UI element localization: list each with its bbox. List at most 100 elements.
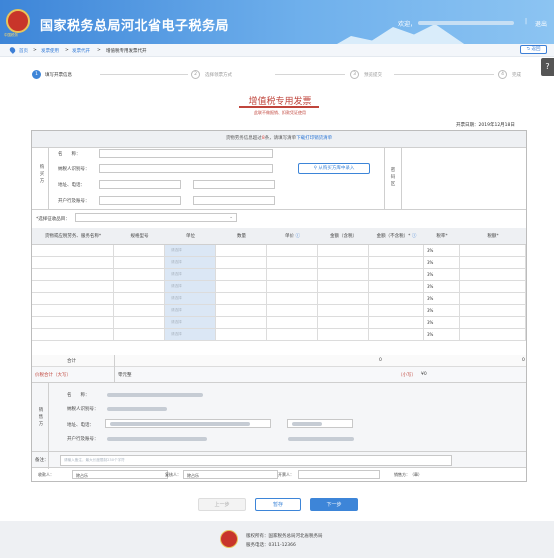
table-cell[interactable]: 3%: [424, 245, 460, 256]
table-cell[interactable]: [369, 245, 424, 256]
table-cell[interactable]: [369, 281, 424, 292]
import-buyer-button[interactable]: ⚲ 从购买方库中录入: [298, 163, 370, 174]
prev-step-button[interactable]: 上一步: [198, 498, 246, 511]
table-cell[interactable]: 请选择: [165, 281, 216, 292]
table-cell[interactable]: [369, 293, 424, 304]
table-cell[interactable]: 3%: [424, 305, 460, 316]
next-step-button[interactable]: 下一步: [310, 498, 358, 511]
table-cell[interactable]: [460, 281, 526, 292]
table-cell[interactable]: [318, 305, 369, 316]
table-cell[interactable]: [32, 269, 114, 280]
table-cell[interactable]: [32, 257, 114, 268]
table-cell[interactable]: [318, 317, 369, 328]
table-cell[interactable]: [460, 257, 526, 268]
table-cell[interactable]: 请选择: [165, 257, 216, 268]
tax-rate-value: 3%: [427, 332, 434, 337]
table-cell[interactable]: 请选择: [165, 293, 216, 304]
table-cell[interactable]: [267, 257, 318, 268]
table-cell[interactable]: [216, 305, 267, 316]
table-cell[interactable]: 请选择: [165, 317, 216, 328]
table-cell[interactable]: [369, 317, 424, 328]
drawer-input[interactable]: [298, 470, 380, 479]
buyer-name-input[interactable]: [99, 149, 273, 158]
table-cell[interactable]: [318, 281, 369, 292]
download-list-link[interactable]: 下载打印销货清单: [296, 136, 332, 141]
table-cell[interactable]: [32, 329, 114, 340]
buyer-taxid-input[interactable]: [99, 164, 273, 173]
table-cell[interactable]: [318, 257, 369, 268]
table-cell[interactable]: [267, 281, 318, 292]
help-icon[interactable]: ?: [541, 58, 554, 76]
table-cell[interactable]: [32, 305, 114, 316]
table-cell[interactable]: [114, 257, 165, 268]
note-textarea[interactable]: 请输入备注，最大长度限制230个字符: [60, 455, 452, 466]
table-cell[interactable]: [460, 245, 526, 256]
table-cell[interactable]: [32, 245, 114, 256]
table-cell[interactable]: [216, 269, 267, 280]
table-cell[interactable]: [32, 281, 114, 292]
table-cell[interactable]: [114, 269, 165, 280]
help-circle-icon[interactable]: ⓘ: [412, 234, 417, 239]
table-cell[interactable]: [460, 293, 526, 304]
table-cell[interactable]: [267, 305, 318, 316]
buyer-phone-input[interactable]: [193, 180, 275, 189]
payee-input[interactable]: 除占乐: [72, 470, 168, 479]
table-cell[interactable]: [318, 329, 369, 340]
table-cell[interactable]: 3%: [424, 257, 460, 268]
table-cell[interactable]: [267, 245, 318, 256]
table-cell[interactable]: [267, 269, 318, 280]
buyer-bank-input[interactable]: [99, 196, 181, 205]
breadcrumb-invoice-use[interactable]: 发票使用: [41, 48, 59, 54]
table-cell[interactable]: [267, 329, 318, 340]
table-cell[interactable]: [267, 293, 318, 304]
table-cell[interactable]: [216, 329, 267, 340]
table-cell[interactable]: 3%: [424, 281, 460, 292]
table-cell[interactable]: [216, 317, 267, 328]
breadcrumb-home[interactable]: 首页: [19, 48, 28, 54]
table-cell[interactable]: [369, 305, 424, 316]
buyer-address-input[interactable]: [99, 180, 181, 189]
table-cell[interactable]: [114, 317, 165, 328]
table-cell[interactable]: [460, 329, 526, 340]
table-cell[interactable]: [32, 317, 114, 328]
table-cell[interactable]: [460, 305, 526, 316]
table-cell[interactable]: [318, 245, 369, 256]
table-cell[interactable]: 请选择: [165, 305, 216, 316]
table-cell[interactable]: [114, 281, 165, 292]
levy-item-select[interactable]: ⌄: [75, 213, 237, 222]
table-cell[interactable]: [318, 269, 369, 280]
buyer-account-input[interactable]: [193, 196, 275, 205]
table-cell[interactable]: [216, 257, 267, 268]
table-cell[interactable]: [216, 293, 267, 304]
table-cell[interactable]: 3%: [424, 293, 460, 304]
table-cell[interactable]: [114, 245, 165, 256]
seller-phone-input[interactable]: [287, 419, 353, 428]
table-cell[interactable]: 3%: [424, 317, 460, 328]
table-cell[interactable]: [114, 305, 165, 316]
table-cell[interactable]: 3%: [424, 269, 460, 280]
breadcrumb-invoice-agent[interactable]: 发票代开: [72, 48, 90, 54]
table-cell[interactable]: [460, 269, 526, 280]
help-circle-icon[interactable]: ⓘ: [295, 234, 300, 239]
step-4-dot: 4: [498, 70, 507, 79]
table-cell[interactable]: [318, 293, 369, 304]
table-cell[interactable]: [369, 257, 424, 268]
logout-link[interactable]: 退出: [535, 19, 547, 28]
table-cell[interactable]: [114, 329, 165, 340]
table-cell[interactable]: [267, 317, 318, 328]
table-cell[interactable]: [32, 293, 114, 304]
table-cell[interactable]: 请选择: [165, 329, 216, 340]
table-cell[interactable]: [460, 317, 526, 328]
table-cell[interactable]: [114, 293, 165, 304]
table-cell[interactable]: 请选择: [165, 269, 216, 280]
table-cell[interactable]: 3%: [424, 329, 460, 340]
table-cell[interactable]: [369, 269, 424, 280]
table-cell[interactable]: 请选择: [165, 245, 216, 256]
table-cell[interactable]: [216, 245, 267, 256]
back-button[interactable]: ⮌ 返回: [520, 45, 547, 54]
reviewer-input[interactable]: 除占乐: [183, 470, 278, 479]
table-cell[interactable]: [369, 329, 424, 340]
table-cell[interactable]: [216, 281, 267, 292]
save-draft-button[interactable]: 暂存: [255, 498, 301, 511]
seller-address-input[interactable]: [105, 419, 271, 428]
